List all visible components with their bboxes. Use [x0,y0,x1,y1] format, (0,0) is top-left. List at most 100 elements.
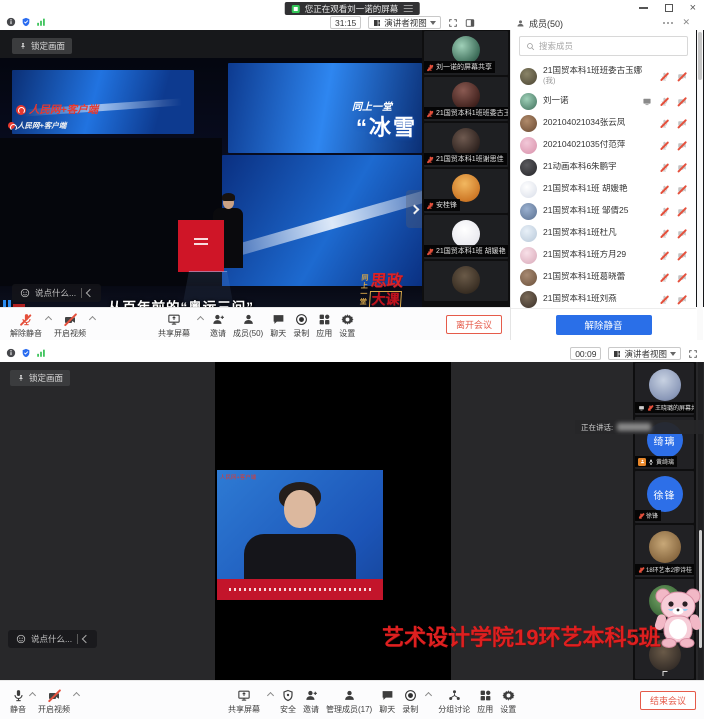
watching-banner[interactable]: 您正在观看刘一诺的屏幕 [285,2,420,15]
unmute-button[interactable]: 解除静音 [556,315,652,335]
leave-meeting-button[interactable]: 离开会议 [446,315,502,334]
mic-muted-icon[interactable] [660,207,669,216]
mic-options-chevron[interactable] [45,316,52,323]
member-row[interactable]: 21国贸本科1班方月29 [511,244,696,266]
video-tile[interactable]: 徐锋 徐锋 [635,471,694,523]
camera-off-icon[interactable] [677,207,687,216]
close-panel-icon[interactable]: ✕ [682,18,690,27]
chat-button[interactable]: 聊天 [379,689,395,715]
settings-button[interactable]: 设置 [339,313,355,339]
mic-muted-icon[interactable] [660,141,669,150]
member-row[interactable]: 21国贸本科1班 邹倩25 [511,200,696,222]
mic-muted-icon[interactable] [660,97,669,106]
video-tile[interactable]: 21国贸本科1班 胡媛艳 [424,215,508,259]
mic-muted-icon[interactable] [660,229,669,238]
member-row[interactable]: 21国贸本科1班 胡媛艳 [511,178,696,200]
camera-off-icon[interactable] [677,141,687,150]
network-signal-icon[interactable] [36,348,46,358]
collapse-icon[interactable] [86,289,94,297]
close-icon[interactable]: × [690,3,696,14]
maximize-icon[interactable] [665,4,673,12]
unmute-mic-button[interactable]: 解除静音 [10,313,42,339]
apps-button[interactable]: 应用 [477,689,493,715]
settings-button[interactable]: 设置 [500,689,516,715]
mic-muted-icon[interactable] [660,72,669,81]
camera-off-icon[interactable] [677,163,687,172]
danmaku-input[interactable]: 说点什么... [8,630,97,648]
invite-button[interactable]: 邀请 [210,313,226,339]
start-video-button[interactable]: 开启视频 [54,313,86,339]
view-mode-dropdown[interactable]: 演讲者视图 [368,16,441,29]
video-tile[interactable]: 18环艺本2廖诗桂 [635,525,694,577]
video-tile[interactable] [424,261,508,301]
breakout-rooms-button[interactable]: 分组讨论 [438,689,470,715]
sidebar-toggle-icon[interactable] [465,18,475,28]
mute-mic-button[interactable]: 静音 [10,689,26,715]
video-tile[interactable]: 21国贸本科1班谢思佳 [424,123,508,167]
start-video-button[interactable]: 开启视频 [38,689,70,715]
member-row[interactable]: 21国贸本科1班杜凡 [511,222,696,244]
record-button[interactable]: 录制 [402,689,418,715]
record-button[interactable]: 录制 [293,313,309,339]
camera-off-icon[interactable] [677,72,687,81]
fullscreen-icon[interactable] [448,18,458,28]
member-row[interactable]: 21国贸本科1班葛晓蕾 [511,266,696,288]
network-signal-icon[interactable] [36,17,46,27]
camera-off-icon[interactable] [677,229,687,238]
apps-button[interactable]: 应用 [316,313,332,339]
camera-off-icon[interactable] [677,251,687,260]
minimize-icon[interactable] [639,7,648,8]
mic-muted-icon[interactable] [660,163,669,172]
smiley-icon[interactable] [20,288,30,298]
member-row[interactable]: 21国贸本科1班刘燕 [511,288,696,308]
invite-button[interactable]: 邀请 [303,689,319,715]
collapse-icon[interactable] [82,635,90,643]
share-screen-button[interactable]: 共享屏幕 [228,689,260,715]
mic-muted-icon[interactable] [660,295,669,304]
camera-off-icon[interactable] [677,185,687,194]
info-icon[interactable] [6,348,16,358]
security-button[interactable]: 安全 [280,689,296,715]
meeting-secure-shield-icon[interactable] [21,17,31,27]
pin-view-button[interactable]: 锁定画面 [12,38,72,54]
camera-off-icon[interactable] [677,295,687,304]
chat-button[interactable]: 聊天 [270,313,286,339]
video-tile[interactable]: 刘一诺的屏幕共享 [424,31,508,75]
member-row[interactable]: 202104021035付范萍 [511,134,696,156]
meeting-secure-shield-icon[interactable] [21,348,31,358]
member-row[interactable]: 21国贸本科1班班委古玉娜 (我) [511,62,696,90]
video-options-chevron[interactable] [89,316,96,323]
member-search-input[interactable] [539,41,681,51]
smiley-icon[interactable] [16,634,26,644]
members-scrollbar[interactable] [697,30,703,340]
record-options-chevron[interactable] [425,692,432,699]
share-screen-button[interactable]: 共享屏幕 [158,313,190,339]
banner-menu-icon[interactable] [403,5,412,12]
share-options-chevron[interactable] [267,692,274,699]
mic-muted-icon[interactable] [660,251,669,260]
more-tiles-chevron[interactable] [662,671,667,676]
end-meeting-button[interactable]: 结束会议 [640,691,696,710]
fullscreen-icon[interactable] [688,349,698,359]
camera-off-icon[interactable] [677,273,687,282]
member-row[interactable]: 21动画本科6朱鹏宇 [511,156,696,178]
share-options-chevron[interactable] [197,316,204,323]
video-tile[interactable]: 安桂锋 [424,169,508,213]
member-row[interactable]: 刘一诺 [511,90,696,112]
mic-muted-icon[interactable] [660,119,669,128]
camera-off-icon[interactable] [677,97,687,106]
member-row[interactable]: 202104021034张云凤 [511,112,696,134]
more-options-icon[interactable] [663,22,673,24]
view-mode-dropdown[interactable]: 演讲者视图 [608,347,681,360]
manage-members-button[interactable]: 管理成员(17) [326,689,372,715]
members-button[interactable]: 成员(50) [233,313,263,339]
video-options-chevron[interactable] [73,692,80,699]
mic-muted-icon[interactable] [660,185,669,194]
camera-off-icon[interactable] [677,119,687,128]
video-tile[interactable]: 21国贸本科1班班委古玉.. [424,77,508,121]
member-search[interactable] [519,36,688,56]
info-icon[interactable] [6,17,16,27]
pin-view-button[interactable]: 锁定画面 [10,370,70,386]
mic-muted-icon[interactable] [660,273,669,282]
next-page-arrow[interactable] [406,190,422,228]
